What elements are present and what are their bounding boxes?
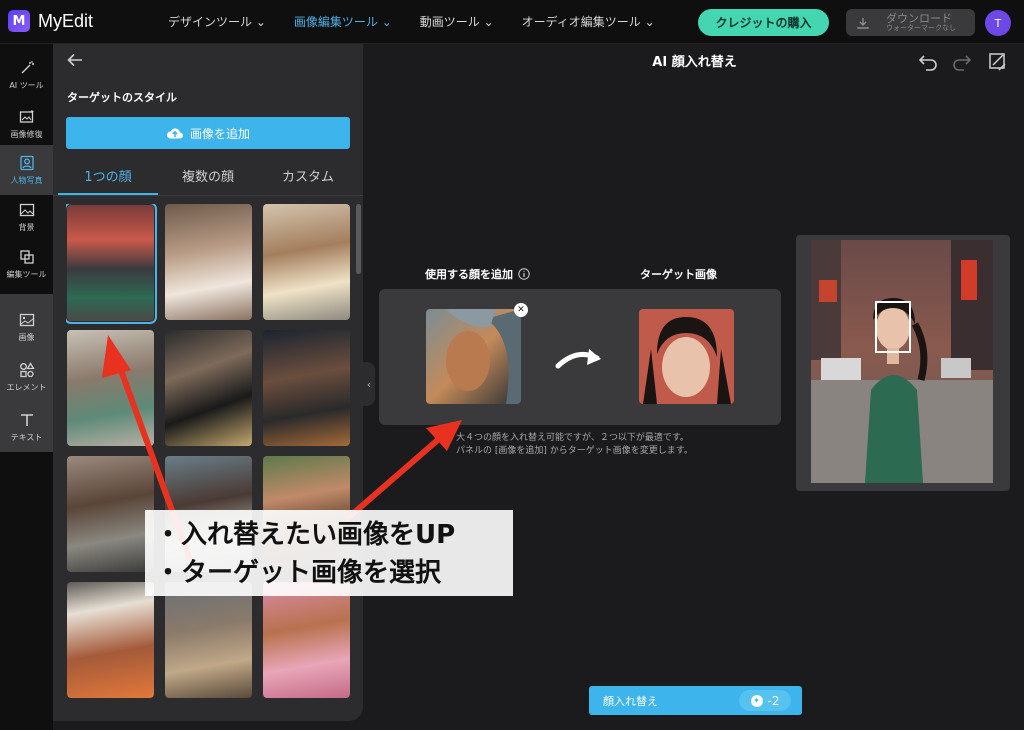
style-panel: ターゲットのスタイル 画像を追加 1つの顔 複数の顔 カスタム bbox=[53, 44, 363, 721]
annotation-line-2: ・ターゲット画像を選択 bbox=[155, 558, 442, 588]
nav-image-tools[interactable]: 画像編集ツール ⌄ bbox=[294, 13, 392, 30]
redo-icon[interactable] bbox=[952, 52, 972, 72]
credit-cost-badge: ✦ -2 bbox=[739, 690, 791, 711]
face-swap-button[interactable]: 顔入れ替え ✦ -2 bbox=[589, 686, 802, 715]
panel-scrollbar[interactable] bbox=[356, 204, 361, 274]
compare-icon[interactable] bbox=[988, 52, 1008, 72]
add-image-label: 画像を追加 bbox=[189, 126, 250, 141]
face-detection-box bbox=[875, 301, 911, 353]
tab-multiple-faces[interactable]: 複数の顔 bbox=[158, 166, 258, 185]
source-face-image[interactable] bbox=[426, 309, 521, 404]
logo-text: MyEdit bbox=[38, 10, 94, 31]
buy-credits-button[interactable]: クレジットの購入 bbox=[698, 9, 829, 36]
tab-underline bbox=[58, 193, 158, 195]
credit-cost: -2 bbox=[767, 693, 780, 708]
face-swap-note: 大４つの顔を入れ替え可能ですが、２つ以下が最適です。 パネルの [画像を追加] … bbox=[456, 432, 693, 458]
chevron-left-icon: ‹ bbox=[366, 377, 372, 391]
nav-design-tools[interactable]: デザインツール ⌄ bbox=[168, 13, 266, 30]
result-preview bbox=[796, 235, 1010, 491]
image-icon bbox=[19, 313, 34, 326]
style-thumbnail[interactable] bbox=[263, 204, 350, 320]
nav-video-tools[interactable]: 動画ツール ⌄ bbox=[420, 13, 494, 30]
sidebar-item-label: エレメント bbox=[6, 382, 47, 392]
undo-icon[interactable] bbox=[918, 52, 938, 72]
avatar[interactable]: T bbox=[985, 10, 1011, 36]
style-thumbnail[interactable] bbox=[66, 204, 157, 324]
style-thumbnail[interactable] bbox=[263, 582, 350, 698]
target-face-image[interactable] bbox=[639, 309, 734, 404]
page-title: AI 顔入れ替え bbox=[652, 55, 737, 70]
sidebar: AI ツール 画像修復 人物写真 背景 編集ツール 画像 エレメント テキスト bbox=[0, 44, 53, 730]
sidebar-item-label: 編集ツール bbox=[6, 269, 47, 279]
tab-custom[interactable]: カスタム bbox=[258, 166, 358, 185]
download-sublabel: ウォーターマークなし bbox=[886, 23, 956, 32]
note-line-1: 大４つの顔を入れ替え可能ですが、２つ以下が最適です。 bbox=[456, 433, 689, 443]
style-thumbnail[interactable] bbox=[67, 456, 154, 572]
preview-image[interactable] bbox=[811, 240, 993, 483]
sidebar-item-text[interactable]: テキスト bbox=[0, 402, 53, 452]
sidebar-item-edit-tools[interactable]: 編集ツール bbox=[0, 239, 53, 289]
download-button[interactable]: ダウンロード ウォーターマークなし bbox=[846, 9, 975, 36]
sidebar-item-image-repair[interactable]: 画像修復 bbox=[0, 99, 53, 149]
style-thumbnail[interactable] bbox=[165, 204, 252, 320]
text-icon bbox=[20, 413, 33, 426]
sidebar-item-label: 画像修復 bbox=[10, 129, 43, 139]
add-face-label: 使用する顔を追加 bbox=[425, 266, 530, 282]
annotation-callout: ・入れ替えたい画像をUP ・ターゲット画像を選択 bbox=[145, 510, 513, 596]
sidebar-item-elements[interactable]: エレメント bbox=[0, 352, 53, 402]
note-line-2: パネルの [画像を追加] からターゲット画像を変更します。 bbox=[456, 446, 693, 456]
style-thumbnail[interactable] bbox=[263, 330, 350, 446]
add-face-text: 使用する顔を追加 bbox=[425, 268, 513, 281]
shapes-icon bbox=[19, 361, 35, 377]
crop-icon bbox=[19, 249, 34, 264]
logo-mark: M bbox=[8, 10, 30, 32]
sidebar-item-label: テキスト bbox=[10, 432, 43, 442]
target-style-grid bbox=[66, 204, 350, 721]
nav-audio-tools[interactable]: オーディオ編集ツール ⌄ bbox=[522, 13, 655, 30]
sidebar-item-image[interactable]: 画像 bbox=[0, 302, 53, 352]
face-swap-box: ✕ bbox=[379, 289, 781, 425]
arrow-right-icon bbox=[555, 349, 601, 369]
portrait-icon bbox=[19, 155, 34, 170]
annotation-line-1: ・入れ替えたい画像をUP bbox=[155, 520, 456, 550]
main-nav: デザインツール ⌄ 画像編集ツール ⌄ 動画ツール ⌄ オーディオ編集ツール ⌄ bbox=[168, 13, 655, 30]
credit-gem-icon: ✦ bbox=[750, 694, 763, 707]
top-bar: M MyEdit デザインツール ⌄ 画像編集ツール ⌄ 動画ツール ⌄ オーデ… bbox=[0, 0, 1024, 44]
style-thumbnail[interactable] bbox=[165, 582, 252, 698]
sidebar-item-label: 背景 bbox=[18, 222, 35, 232]
face-swap-button-label: 顔入れ替え bbox=[603, 695, 658, 708]
close-icon: ✕ bbox=[517, 305, 525, 315]
add-image-button[interactable]: 画像を追加 bbox=[66, 117, 350, 149]
sidebar-item-label: 画像 bbox=[18, 332, 35, 342]
style-thumbnail[interactable] bbox=[67, 582, 154, 698]
remove-face-button[interactable]: ✕ bbox=[514, 303, 528, 317]
target-image-label: ターゲット画像 bbox=[640, 268, 717, 281]
sidebar-item-label: 人物写真 bbox=[10, 175, 43, 185]
cloud-upload-icon bbox=[166, 128, 183, 139]
info-icon[interactable] bbox=[518, 268, 530, 280]
panel-title: ターゲットのスタイル bbox=[67, 91, 177, 104]
face-tabs: 1つの顔 複数の顔 カスタム bbox=[53, 156, 363, 196]
background-icon bbox=[19, 203, 34, 216]
download-icon bbox=[857, 17, 869, 29]
image-repair-icon bbox=[19, 109, 33, 123]
style-thumbnail[interactable] bbox=[67, 330, 154, 446]
collapse-panel-button[interactable]: ‹ bbox=[363, 362, 375, 406]
sidebar-item-portrait[interactable]: 人物写真 bbox=[0, 145, 53, 195]
sidebar-item-label: AI ツール bbox=[9, 80, 44, 90]
logo[interactable]: M MyEdit bbox=[8, 10, 93, 32]
tab-single-face[interactable]: 1つの顔 bbox=[58, 166, 158, 185]
sidebar-item-background[interactable]: 背景 bbox=[0, 192, 53, 242]
style-thumbnail[interactable] bbox=[165, 330, 252, 446]
download-label: ダウンロード bbox=[886, 11, 952, 25]
